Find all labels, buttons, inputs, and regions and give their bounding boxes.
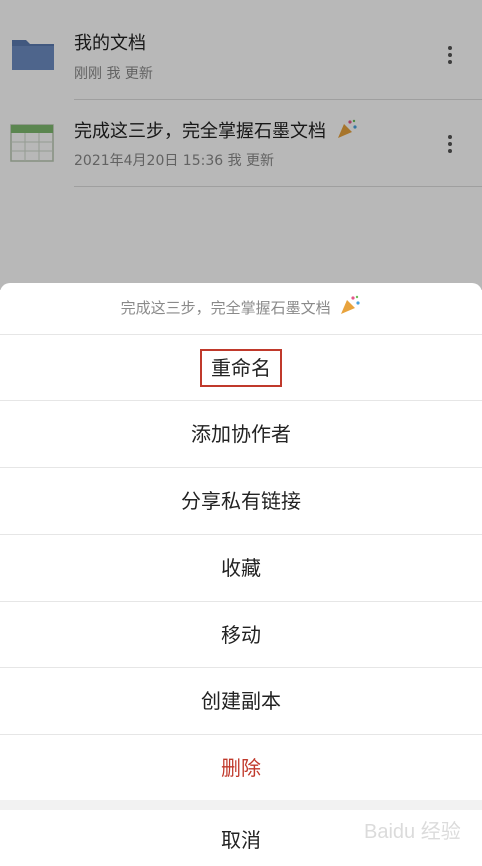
create-copy-button[interactable]: 创建副本 [0,667,482,733]
watermark: Baidu 经验 [364,820,461,843]
rename-button[interactable]: 重命名 [0,334,482,400]
modal-overlay[interactable] [0,0,482,290]
favorite-button[interactable]: 收藏 [0,534,482,600]
share-private-link-button[interactable]: 分享私有链接 [0,467,482,533]
add-collaborator-button[interactable]: 添加协作者 [0,400,482,466]
party-popper-icon [341,295,360,314]
action-sheet-title-text: 完成这三步，完全掌握石墨文档 [120,299,331,317]
watermark-text: Baidu 经验 [364,820,461,843]
separator [0,800,482,810]
rename-label: 重命名 [200,348,282,387]
action-sheet-title: 完成这三步，完全掌握石墨文档 [0,283,482,334]
move-button[interactable]: 移动 [0,601,482,667]
action-sheet: 完成这三步，完全掌握石墨文档 重命名 添加协作者 分享私有链接 收藏 移动 创建… [0,283,482,866]
delete-button[interactable]: 删除 [0,734,482,800]
